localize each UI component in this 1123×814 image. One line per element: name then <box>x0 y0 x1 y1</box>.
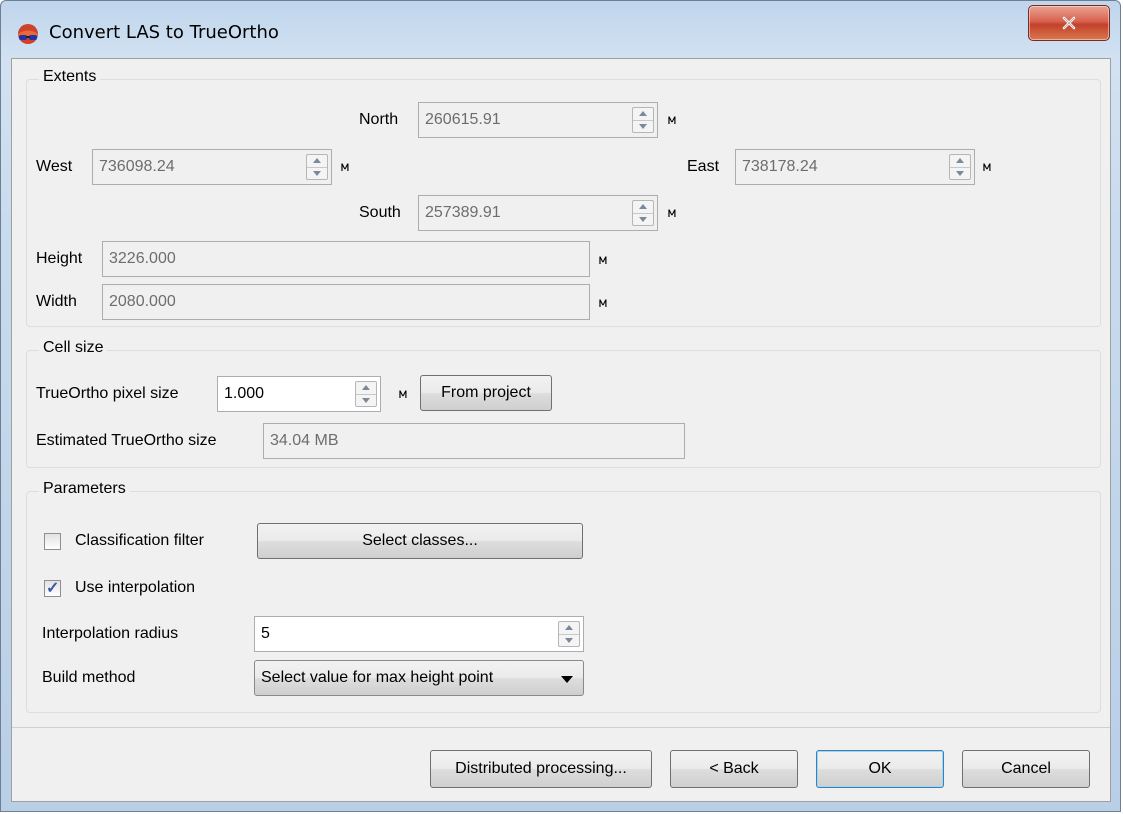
west-label: West <box>36 158 73 175</box>
cell-size-group: Cell size TrueOrtho pixel size 1.000 м F… <box>26 339 1101 468</box>
parameters-group: Parameters Classification filter Select … <box>26 480 1101 713</box>
spin-up-arrow-icon[interactable] <box>362 385 370 390</box>
west-spinner[interactable] <box>306 154 328 180</box>
pixel-size-value: 1.000 <box>224 385 265 402</box>
south-spinner[interactable] <box>632 200 654 226</box>
spin-up-arrow-icon[interactable] <box>565 625 573 630</box>
pixel-size-label: TrueOrtho pixel size <box>36 385 179 402</box>
parameters-group-title: Parameters <box>39 480 130 498</box>
north-field[interactable]: 260615.91 <box>418 102 658 138</box>
select-classes-button[interactable]: Select classes... <box>257 523 583 559</box>
spin-down-arrow-icon[interactable] <box>639 217 647 222</box>
pixel-size-field[interactable]: 1.000 <box>217 376 381 412</box>
north-spinner[interactable] <box>632 107 654 133</box>
south-value: 257389.91 <box>425 204 501 221</box>
north-label: North <box>359 111 399 128</box>
classification-filter-label[interactable]: Classification filter <box>75 532 204 550</box>
height-field[interactable]: 3226.000 <box>102 241 590 277</box>
spin-up-arrow-icon[interactable] <box>956 158 964 163</box>
west-value: 736098.24 <box>99 158 175 175</box>
height-unit: м <box>599 253 607 268</box>
dialog-client-area: Extents North 260615.91 м West 736098.24… <box>11 58 1111 802</box>
cell-size-group-title: Cell size <box>39 339 108 357</box>
estimated-size-label: Estimated TrueOrtho size <box>36 432 217 449</box>
spin-up-arrow-icon[interactable] <box>313 158 321 163</box>
classification-filter-checkbox[interactable] <box>44 533 61 550</box>
west-unit: м <box>341 160 349 175</box>
close-button[interactable] <box>1028 5 1110 41</box>
east-spinner[interactable] <box>949 154 971 180</box>
east-label: East <box>687 158 720 175</box>
east-field[interactable]: 738178.24 <box>735 149 975 185</box>
extents-group-title: Extents <box>39 68 101 86</box>
dropdown-arrow-icon[interactable] <box>561 676 573 683</box>
width-label: Width <box>36 293 77 310</box>
build-method-dropdown[interactable]: Select value for max height point <box>254 660 584 696</box>
spin-down-arrow-icon[interactable] <box>639 124 647 129</box>
south-label: South <box>359 204 401 221</box>
south-unit: м <box>668 206 676 221</box>
pixel-size-unit: м <box>399 387 407 402</box>
red-blue-3d-glasses-icon <box>18 24 38 44</box>
distributed-processing-button[interactable]: Distributed processing... <box>430 750 652 788</box>
use-interpolation-checkbox[interactable]: ✓ <box>44 580 61 597</box>
width-field[interactable]: 2080.000 <box>102 284 590 320</box>
estimated-size-field[interactable]: 34.04 MB <box>263 423 685 459</box>
interpolation-radius-label: Interpolation radius <box>42 625 179 642</box>
ok-button[interactable]: OK <box>816 750 944 788</box>
estimated-size-value: 34.04 MB <box>270 432 339 449</box>
footer-separator <box>12 727 1110 728</box>
west-field[interactable]: 736098.24 <box>92 149 332 185</box>
interpolation-radius-value: 5 <box>261 625 270 642</box>
checkmark-icon: ✓ <box>46 580 60 597</box>
extents-group: Extents North 260615.91 м West 736098.24… <box>26 68 1101 327</box>
close-x-icon <box>1062 16 1076 30</box>
back-button[interactable]: < Back <box>670 750 798 788</box>
spin-down-arrow-icon[interactable] <box>362 398 370 403</box>
north-value: 260615.91 <box>425 111 501 128</box>
spin-up-arrow-icon[interactable] <box>639 204 647 209</box>
height-label: Height <box>36 250 83 267</box>
interpolation-radius-spinner[interactable] <box>558 621 580 647</box>
from-project-button[interactable]: From project <box>420 375 552 411</box>
pixel-size-spinner[interactable] <box>355 381 377 407</box>
title-bar[interactable]: Convert LAS to TrueOrtho <box>1 1 1120 61</box>
dialog-window: Convert LAS to TrueOrtho Extents North 2… <box>0 0 1121 812</box>
east-unit: м <box>983 160 991 175</box>
spin-down-arrow-icon[interactable] <box>313 171 321 176</box>
spin-down-arrow-icon[interactable] <box>565 638 573 643</box>
use-interpolation-label[interactable]: Use interpolation <box>75 579 195 597</box>
height-value: 3226.000 <box>109 250 176 267</box>
north-unit: м <box>668 113 676 128</box>
east-value: 738178.24 <box>742 158 818 175</box>
width-value: 2080.000 <box>109 293 176 310</box>
build-method-value: Select value for max height point <box>261 669 494 686</box>
south-field[interactable]: 257389.91 <box>418 195 658 231</box>
cancel-button[interactable]: Cancel <box>962 750 1090 788</box>
spin-down-arrow-icon[interactable] <box>956 171 964 176</box>
build-method-label: Build method <box>42 669 136 686</box>
interpolation-radius-field[interactable]: 5 <box>254 616 584 652</box>
spin-up-arrow-icon[interactable] <box>639 111 647 116</box>
window-title: Convert LAS to TrueOrtho <box>49 22 279 43</box>
width-unit: м <box>599 296 607 311</box>
